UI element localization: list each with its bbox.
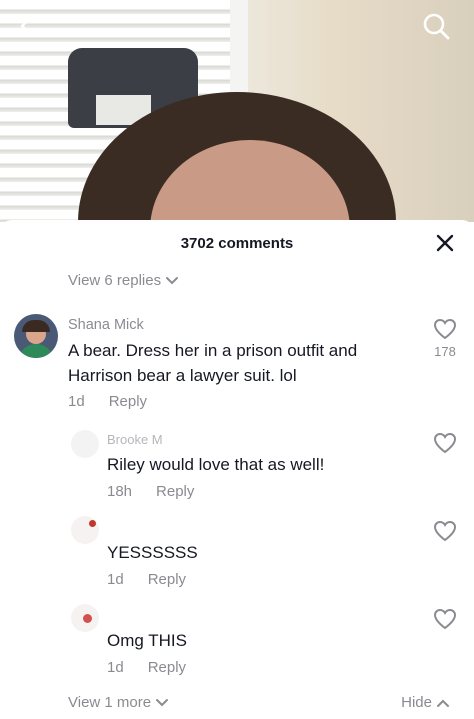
chevron-down-icon (166, 276, 179, 284)
avatar[interactable] (71, 430, 99, 458)
comment-text-line-1: A bear. Dress her in a prison outfit and (68, 341, 358, 360)
chevron-down-icon (156, 698, 169, 706)
reply-time: 18h (107, 483, 133, 500)
reply-button[interactable]: Reply (109, 393, 147, 410)
view-replies-label: View 6 replies (68, 272, 162, 289)
hide-label: Hide (401, 694, 432, 711)
heart-icon (433, 608, 457, 630)
like-button[interactable]: 178 (428, 318, 462, 359)
hide-button[interactable]: Hide (401, 694, 450, 711)
reply-button[interactable]: Reply (156, 483, 194, 500)
comment-text-line-2: Harrison bear a lawyer suit. lol (68, 366, 297, 385)
like-count: 178 (434, 344, 456, 359)
search-button[interactable] (418, 8, 454, 44)
avatar[interactable] (71, 604, 99, 632)
view-more-label: View 1 more (68, 694, 152, 711)
comment-author[interactable]: Shana Mick (68, 317, 144, 333)
view-more-button[interactable]: View 1 more (68, 694, 169, 711)
back-arrow-icon (20, 14, 34, 38)
reply-time: 1d (107, 571, 124, 588)
back-button[interactable] (10, 8, 46, 44)
reply-meta: 1d Reply (107, 659, 186, 676)
reply-text: YESSSSSS (107, 543, 198, 562)
close-button[interactable] (432, 230, 458, 256)
reply-button[interactable]: Reply (148, 659, 186, 676)
reply-time: 1d (107, 659, 124, 676)
comment-meta: 1d Reply (68, 393, 147, 410)
comment-time: 1d (68, 393, 85, 410)
like-button[interactable] (432, 608, 458, 630)
like-button[interactable] (432, 520, 458, 542)
close-icon (436, 234, 454, 252)
reply-author[interactable]: Brooke M (107, 432, 163, 447)
heart-icon (433, 520, 457, 542)
like-button[interactable] (432, 432, 458, 454)
reply-text: Omg THIS (107, 631, 187, 650)
view-replies-button[interactable]: View 6 replies (68, 272, 179, 289)
avatar[interactable] (71, 516, 99, 544)
comments-count-title: 3702 comments (180, 235, 294, 252)
chevron-up-icon (437, 699, 449, 707)
reply-meta: 1d Reply (107, 571, 186, 588)
heart-icon (433, 432, 457, 454)
comments-sheet: 3702 comments View 6 replies Shana Mick … (0, 220, 474, 719)
heart-icon (433, 318, 457, 340)
search-icon (423, 13, 450, 40)
video-background (0, 0, 474, 222)
reply-text: Riley would love that as well! (107, 455, 325, 474)
reply-meta: 18h Reply (107, 483, 194, 500)
avatar[interactable] (14, 314, 58, 358)
reply-button[interactable]: Reply (148, 571, 186, 588)
